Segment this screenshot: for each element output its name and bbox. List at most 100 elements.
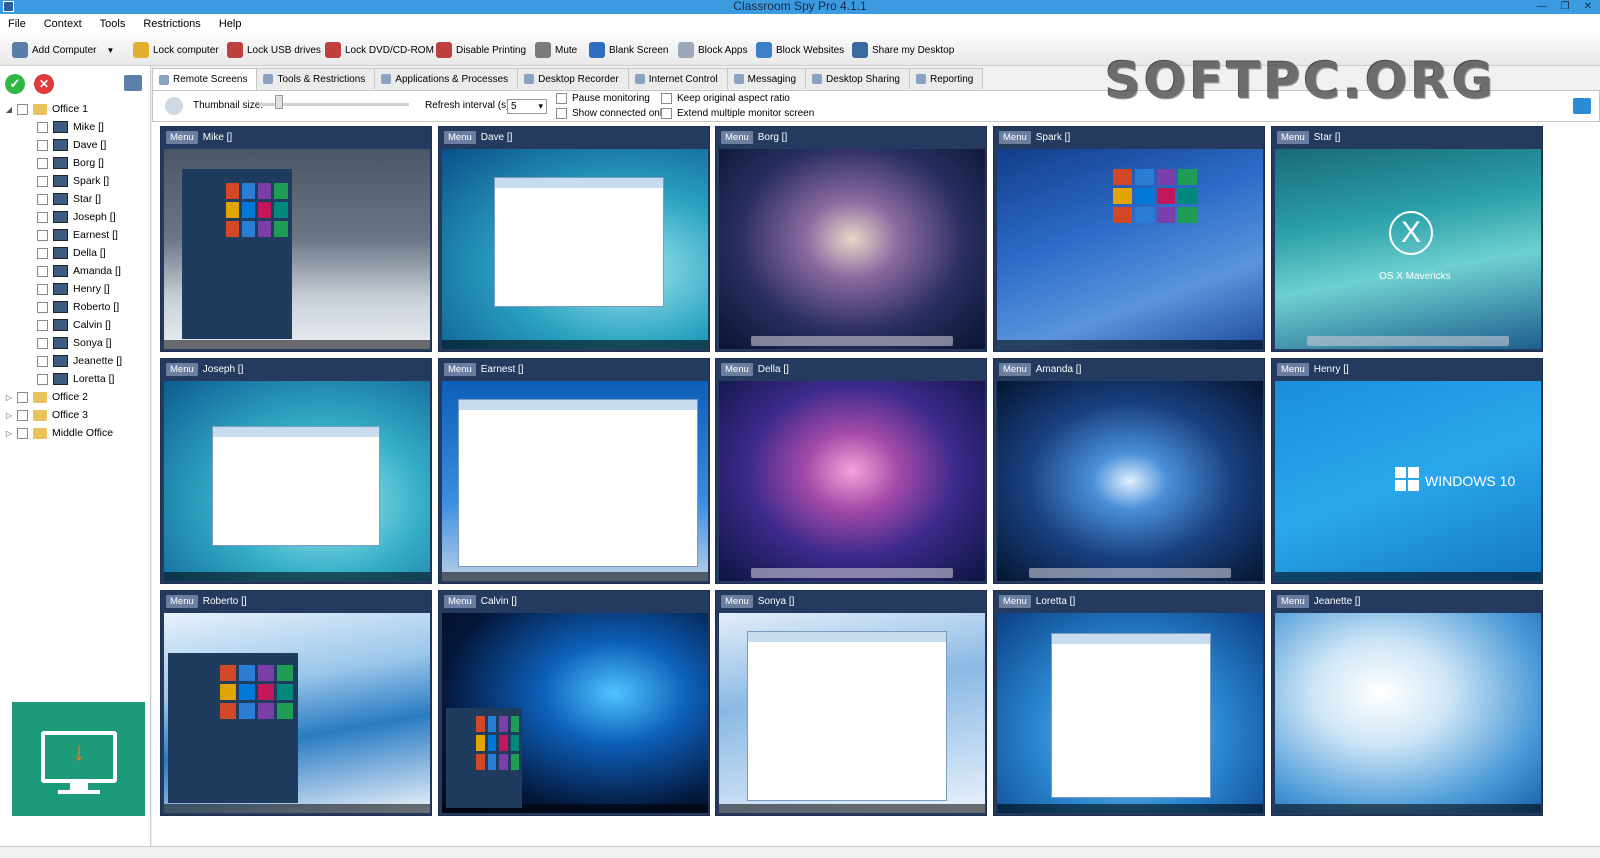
remote-screen-tile[interactable]: Menu Mike []	[160, 126, 432, 352]
tab-applications-processes[interactable]: Applications & Processes	[374, 68, 519, 89]
tile-menu-button[interactable]: Menu	[1277, 362, 1309, 376]
keep-aspect-checkbox[interactable]: Keep original aspect ratio	[661, 93, 790, 104]
remote-screen-tile[interactable]: Menu Amanda []	[993, 358, 1265, 584]
pause-monitoring-checkbox[interactable]: Pause monitoring	[556, 93, 650, 104]
menu-restrictions[interactable]: Restrictions	[143, 18, 200, 30]
share-desktop-button[interactable]: Share my Desktop	[852, 40, 954, 60]
remote-screen-tile[interactable]: Menu Sonya []	[715, 590, 987, 816]
remote-screen-tile[interactable]: Menu Joseph []	[160, 358, 432, 584]
tree-checkbox[interactable]	[37, 265, 48, 277]
desktop-thumbnail[interactable]	[997, 149, 1263, 349]
check-icon[interactable]: ✓	[5, 74, 25, 94]
remote-screen-tile[interactable]: Menu Earnest []	[438, 358, 710, 584]
tile-menu-button[interactable]: Menu	[1277, 130, 1309, 144]
tree-computer[interactable]: Sonya []	[0, 334, 151, 352]
tree-checkbox[interactable]	[17, 409, 28, 421]
tab-internet-control[interactable]: Internet Control	[627, 68, 728, 89]
tree-checkbox[interactable]	[37, 373, 48, 385]
tile-menu-button[interactable]: Menu	[721, 130, 753, 144]
tree-computer[interactable]: Calvin []	[0, 316, 151, 334]
tree-folder[interactable]: ▷ Office 2	[0, 388, 151, 406]
remote-screen-tile[interactable]: Menu Spark []	[993, 126, 1265, 352]
extend-monitor-checkbox[interactable]: Extend multiple monitor screen	[661, 108, 814, 119]
expand-icon[interactable]: ▷	[4, 393, 14, 402]
block-apps-button[interactable]: Block Apps	[678, 40, 747, 60]
tab-desktop-sharing[interactable]: Desktop Sharing	[805, 68, 910, 89]
tree-computer[interactable]: Henry []	[0, 280, 151, 298]
refresh-icon[interactable]	[165, 97, 183, 115]
remote-screen-tile[interactable]: Menu Borg []	[715, 126, 987, 352]
remote-screen-tile[interactable]: Menu Roberto []	[160, 590, 432, 816]
tree-folder[interactable]: ▷ Middle Office	[0, 424, 151, 442]
tab-desktop-recorder[interactable]: Desktop Recorder	[517, 68, 629, 89]
tree-checkbox[interactable]	[37, 319, 48, 331]
tab-messaging[interactable]: Messaging	[726, 68, 807, 89]
disable-printing-button[interactable]: Disable Printing	[436, 40, 526, 60]
desktop-thumbnail[interactable]	[997, 613, 1263, 813]
minimize-icon[interactable]: —	[1537, 0, 1547, 13]
tree-folder[interactable]: ◢ Office 1	[0, 100, 151, 118]
lock-computer-button[interactable]: Lock computer	[133, 40, 219, 60]
tree-checkbox[interactable]	[37, 139, 48, 151]
tile-menu-button[interactable]: Menu	[444, 130, 476, 144]
tree-computer[interactable]: Loretta []	[0, 370, 151, 388]
tree-computer[interactable]: Della []	[0, 244, 151, 262]
tree-computer[interactable]: Borg []	[0, 154, 151, 172]
popout-icon[interactable]	[1573, 98, 1591, 114]
close-icon[interactable]: ✕	[1584, 0, 1592, 13]
block-websites-button[interactable]: Block Websites	[756, 40, 844, 60]
tree-computer[interactable]: Spark []	[0, 172, 151, 190]
cancel-icon[interactable]: ✕	[34, 74, 54, 94]
tile-menu-button[interactable]: Menu	[444, 362, 476, 376]
menu-help[interactable]: Help	[219, 18, 242, 30]
menu-context[interactable]: Context	[44, 18, 82, 30]
tree-computer[interactable]: Star []	[0, 190, 151, 208]
tree-computer[interactable]: Earnest []	[0, 226, 151, 244]
tree-checkbox[interactable]	[37, 229, 48, 241]
remote-screen-tile[interactable]: Menu Star [] OS X Mavericks X	[1271, 126, 1543, 352]
refresh-interval-select[interactable]: 5	[507, 99, 547, 114]
tree-checkbox[interactable]	[37, 355, 48, 367]
desktop-thumbnail[interactable]: OS X Mavericks X	[1275, 149, 1541, 349]
desktop-thumbnail[interactable]	[164, 613, 430, 813]
tree-computer[interactable]: Mike []	[0, 118, 151, 136]
tile-menu-button[interactable]: Menu	[999, 130, 1031, 144]
remote-screen-tile[interactable]: Menu Jeanette []	[1271, 590, 1543, 816]
show-connected-checkbox[interactable]: Show connected only	[556, 108, 667, 119]
expand-icon[interactable]: ▷	[4, 411, 14, 420]
remote-screen-tile[interactable]: Menu Henry [] WINDOWS 10	[1271, 358, 1543, 584]
lock-dvd-button[interactable]: Lock DVD/CD-ROM	[325, 40, 434, 60]
tree-checkbox[interactable]	[37, 283, 48, 295]
blank-screen-button[interactable]: Blank Screen	[589, 40, 668, 60]
tree-computer[interactable]: Jeanette []	[0, 352, 151, 370]
edit-icon[interactable]	[124, 75, 142, 91]
mute-button[interactable]: Mute	[535, 40, 577, 60]
remote-screen-tile[interactable]: Menu Loretta []	[993, 590, 1265, 816]
desktop-thumbnail[interactable]	[719, 149, 985, 349]
desktop-thumbnail[interactable]	[719, 381, 985, 581]
tile-menu-button[interactable]: Menu	[999, 362, 1031, 376]
tree-computer[interactable]: Roberto []	[0, 298, 151, 316]
tree-checkbox[interactable]	[37, 247, 48, 259]
tile-menu-button[interactable]: Menu	[166, 362, 198, 376]
desktop-thumbnail[interactable]	[442, 149, 708, 349]
tree-computer[interactable]: Amanda []	[0, 262, 151, 280]
tile-menu-button[interactable]: Menu	[166, 130, 198, 144]
tree-checkbox[interactable]	[37, 157, 48, 169]
tree-checkbox[interactable]	[17, 427, 28, 439]
tile-menu-button[interactable]: Menu	[444, 594, 476, 608]
tree-checkbox[interactable]	[37, 211, 48, 223]
tab-tools-restrictions[interactable]: Tools & Restrictions	[256, 68, 376, 89]
tree-folder[interactable]: ▷ Office 3	[0, 406, 151, 424]
tab-remote-screens[interactable]: Remote Screens	[152, 68, 258, 90]
tile-menu-button[interactable]: Menu	[721, 362, 753, 376]
tree-checkbox[interactable]	[37, 121, 48, 133]
add-computer-button[interactable]: Add Computer ▼	[12, 40, 114, 60]
tile-menu-button[interactable]: Menu	[999, 594, 1031, 608]
menu-file[interactable]: File	[8, 18, 26, 30]
desktop-thumbnail[interactable]	[997, 381, 1263, 581]
desktop-thumbnail[interactable]	[1275, 613, 1541, 813]
menu-tools[interactable]: Tools	[100, 18, 126, 30]
desktop-thumbnail[interactable]	[164, 149, 430, 349]
tree-checkbox[interactable]	[37, 175, 48, 187]
